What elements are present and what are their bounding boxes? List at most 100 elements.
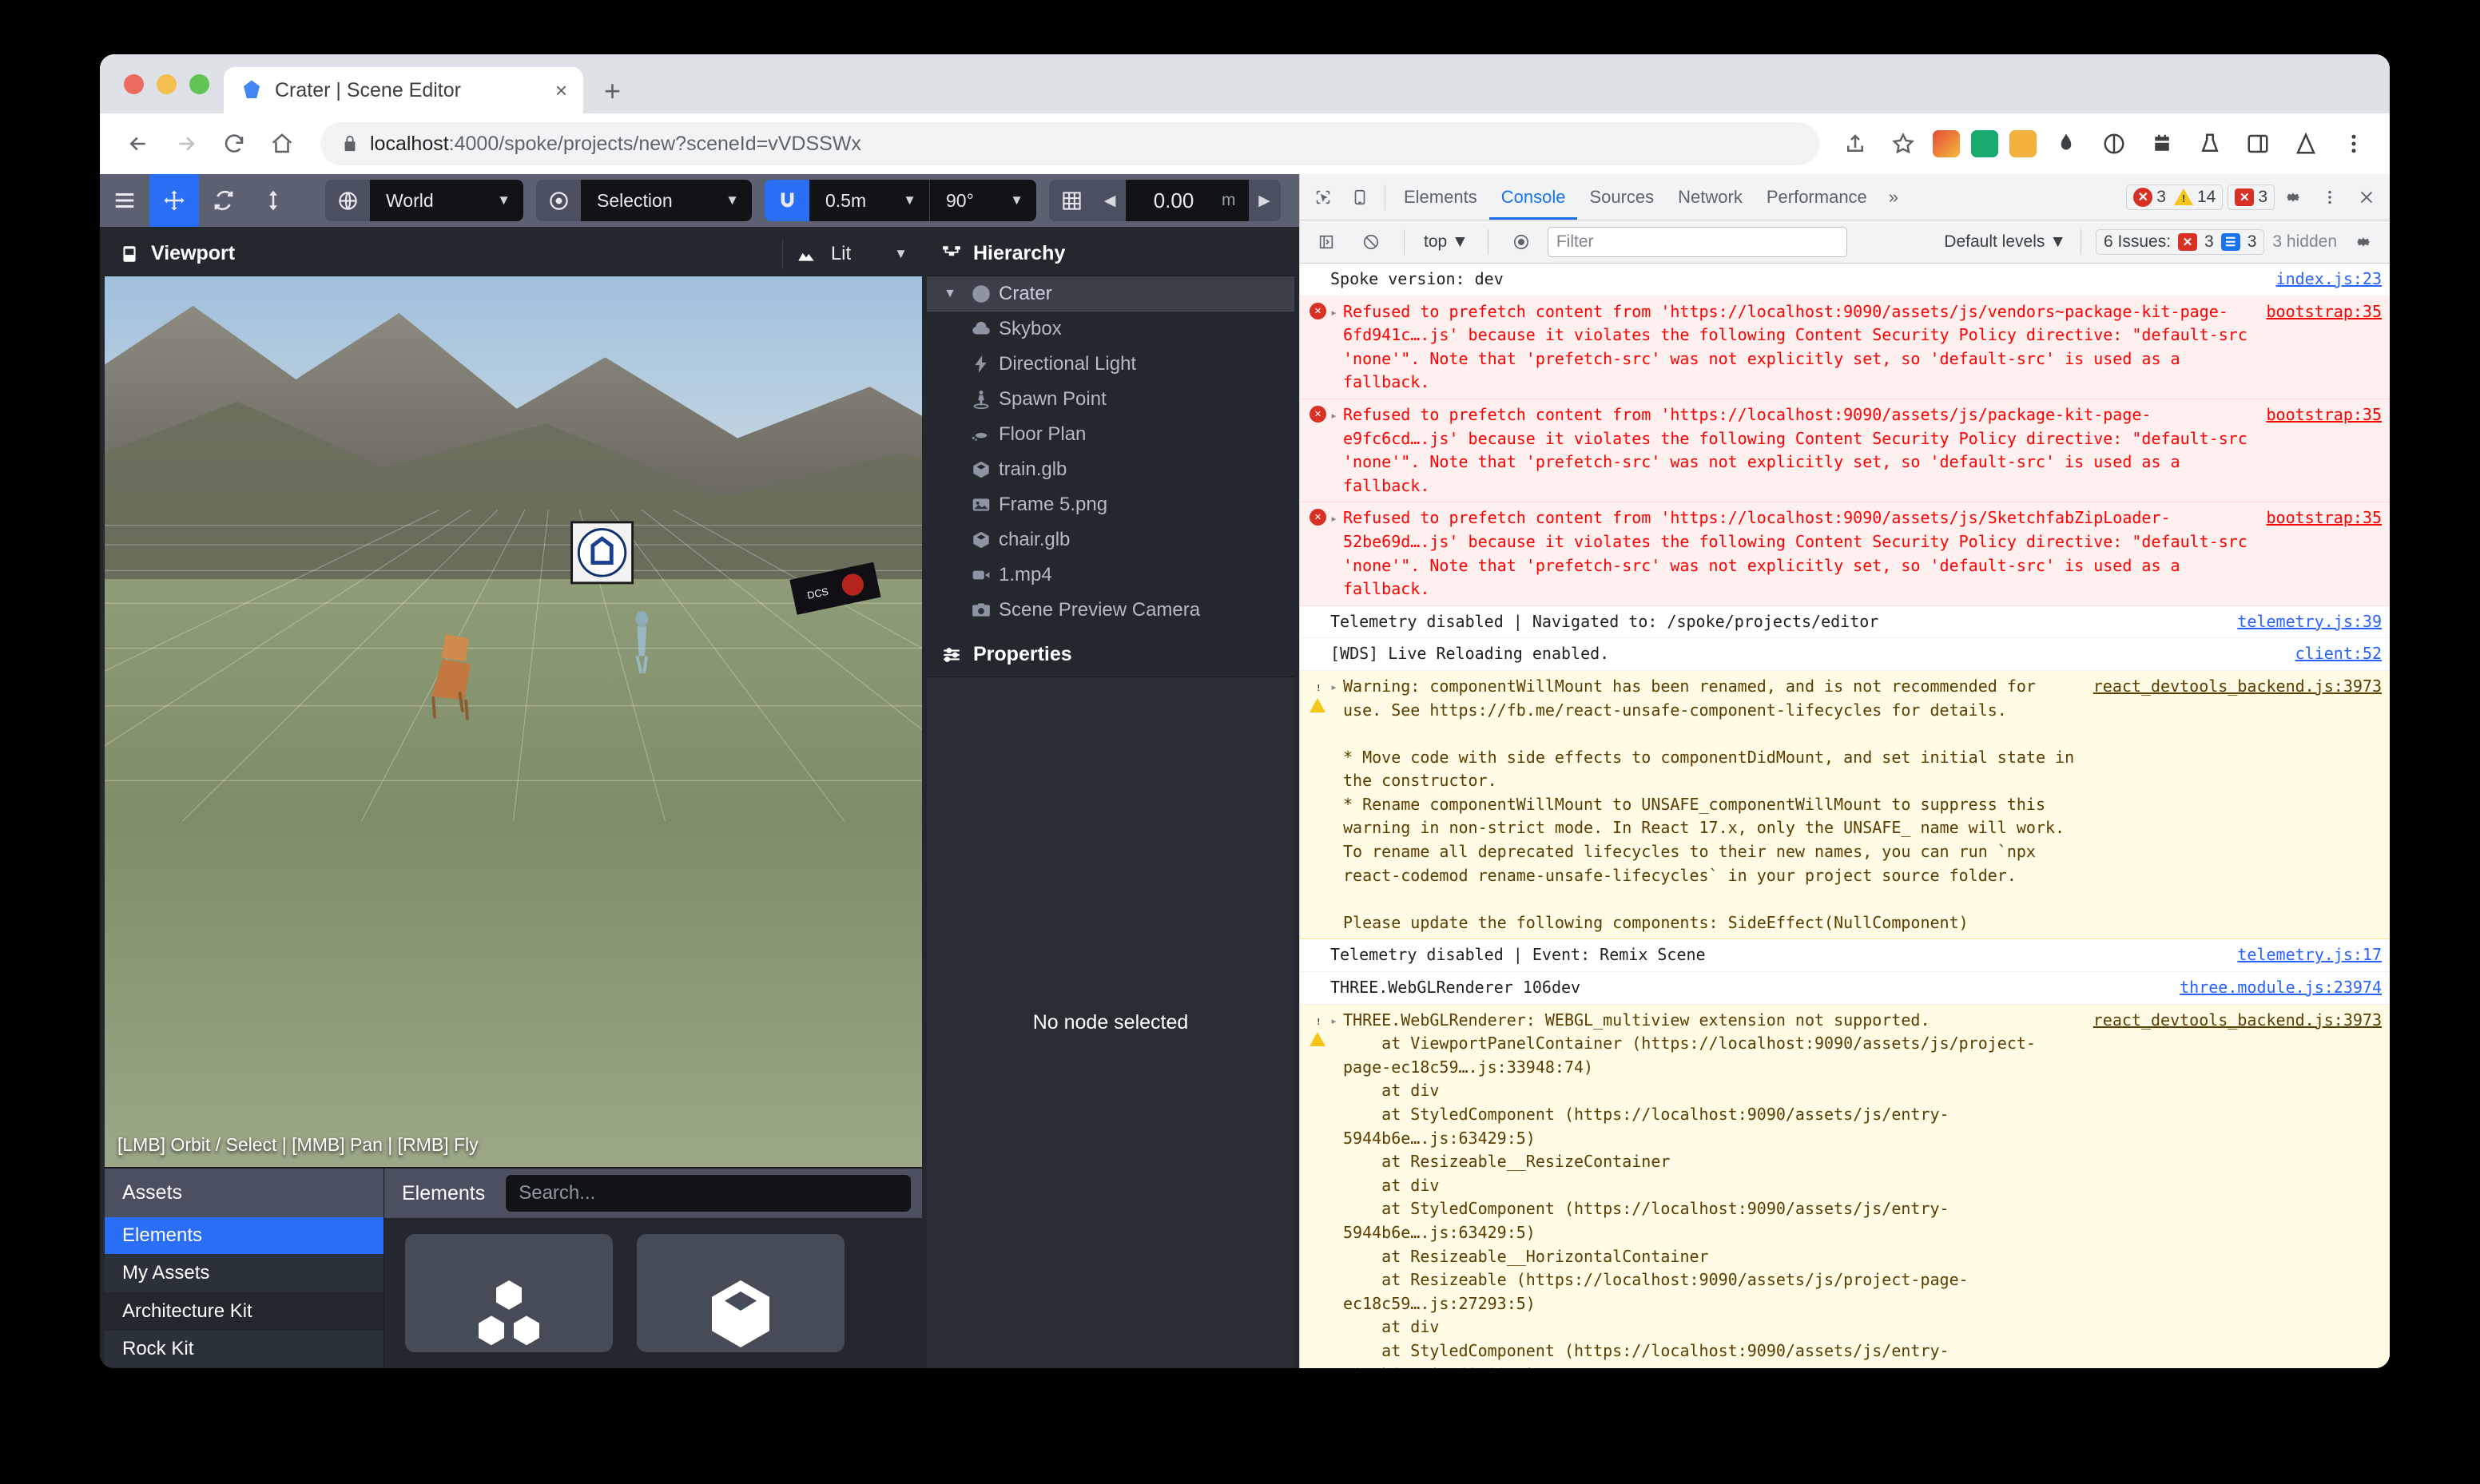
extension-icon-7[interactable]: [2192, 125, 2228, 162]
expand-arrow-icon[interactable]: ▸: [1330, 403, 1343, 424]
rotate-tool-button[interactable]: [199, 174, 248, 227]
asset-category-elements[interactable]: Elements: [105, 1217, 384, 1256]
target-icon[interactable]: [536, 180, 581, 221]
source-link-text[interactable]: client:52: [2295, 644, 2382, 663]
transform-pivot-select[interactable]: Selection ▼: [581, 180, 752, 221]
hamburger-icon[interactable]: [100, 174, 149, 227]
source-link-text[interactable]: bootstrap:35: [2267, 508, 2383, 527]
hierarchy-node-frame-5-png[interactable]: Frame 5.png: [927, 487, 1294, 522]
console-row[interactable]: ✕ ▸ Refused to prefetch content from 'http…: [1300, 296, 2390, 399]
error-count-badge[interactable]: ✕ 3: [2133, 187, 2166, 207]
chevron-down-icon[interactable]: ▼: [936, 287, 964, 301]
sidepanel-icon[interactable]: [2240, 125, 2276, 162]
console-source-link[interactable]: react_devtools_backend.js:3973: [2093, 675, 2382, 699]
snap-translate-select[interactable]: 0.5m ▼: [809, 180, 929, 221]
console-sidebar-icon[interactable]: [1308, 224, 1345, 260]
expand-arrow-icon[interactable]: ▸: [1330, 675, 1343, 696]
tab-console[interactable]: Console: [1489, 175, 1578, 220]
console-row[interactable]: Telemetry disabled | Navigated to: /spok…: [1300, 606, 2390, 639]
hierarchy-node-spawn-point[interactable]: Spawn Point: [927, 382, 1294, 417]
snap-rotate-select[interactable]: 90° ▼: [930, 180, 1036, 221]
settings-gear-icon[interactable]: [2275, 179, 2311, 216]
extension-icon-1[interactable]: [1933, 130, 1960, 157]
console-source-link[interactable]: index.js:23: [2276, 268, 2382, 292]
profile-icon[interactable]: [2287, 125, 2324, 162]
globe-icon[interactable]: [325, 180, 370, 221]
close-icon[interactable]: ×: [555, 80, 567, 101]
back-icon[interactable]: [117, 123, 159, 165]
console-source-link[interactable]: telemetry.js:17: [2237, 943, 2382, 967]
console-message-list[interactable]: Spoke version: dev index.js:23 ✕ ▸ Refused t…: [1300, 264, 2390, 1368]
console-row[interactable]: ▸Warning: componentWillMount has been re…: [1300, 670, 2390, 940]
extension-icon-4[interactable]: [2048, 125, 2085, 162]
asset-card[interactable]: [405, 1234, 613, 1352]
live-expression-icon[interactable]: [1503, 224, 1540, 260]
extension-icon-5[interactable]: [2096, 125, 2132, 162]
source-link-text[interactable]: telemetry.js:17: [2237, 945, 2382, 964]
asset-card[interactable]: [637, 1234, 845, 1352]
console-filter-input[interactable]: [1547, 226, 1847, 257]
home-icon[interactable]: [261, 123, 303, 165]
source-link-text[interactable]: react_devtools_backend.js:3973: [2093, 1010, 2382, 1030]
browser-menu-icon[interactable]: [2335, 125, 2372, 162]
grid-icon[interactable]: [1049, 180, 1094, 221]
console-source-link[interactable]: bootstrap:35: [2267, 300, 2383, 324]
reload-icon[interactable]: [213, 123, 255, 165]
tab-performance[interactable]: Performance: [1755, 175, 1879, 220]
device-toolbar-icon[interactable]: [1341, 179, 1378, 216]
asset-category-rock-kit[interactable]: Rock Kit: [105, 1330, 384, 1368]
expand-arrow-icon[interactable]: ▸: [1330, 506, 1343, 527]
issues-counter[interactable]: ✕ 3: [2228, 184, 2275, 210]
expand-arrow-icon[interactable]: ▸: [1330, 300, 1343, 321]
console-row[interactable]: ✕ ▸ Refused to prefetch content from 'http…: [1300, 399, 2390, 503]
console-row[interactable]: ▸THREE.WebGLRenderer: WEBGL_multiview ex…: [1300, 1004, 2390, 1368]
console-row[interactable]: ✕ ▸ Refused to prefetch content from 'http…: [1300, 502, 2390, 606]
browser-tab[interactable]: Crater | Scene Editor ×: [224, 67, 583, 113]
extension-icon-6[interactable]: [2144, 125, 2180, 162]
bookmark-star-icon[interactable]: [1885, 125, 1922, 162]
hierarchy-node-scene-preview-camera[interactable]: Scene Preview Camera: [927, 593, 1294, 628]
expand-arrow-icon[interactable]: ▸: [1330, 1009, 1343, 1030]
grid-increase-button[interactable]: ▶: [1248, 180, 1281, 221]
translate-tool-button[interactable]: [149, 174, 199, 227]
tab-elements[interactable]: Elements: [1392, 175, 1489, 220]
hierarchy-node-floor-plan[interactable]: Floor Plan: [927, 417, 1294, 452]
close-window-button[interactable]: [124, 73, 144, 94]
asset-category-my-assets[interactable]: My Assets: [105, 1255, 384, 1293]
asset-category-architecture-kit[interactable]: Architecture Kit: [105, 1292, 384, 1331]
minimize-window-button[interactable]: [157, 73, 177, 94]
source-link-text[interactable]: react_devtools_backend.js:3973: [2093, 677, 2382, 696]
console-source-link[interactable]: bootstrap:35: [2267, 506, 2383, 530]
console-row[interactable]: THREE.WebGLRenderer 106dev three.module.j…: [1300, 972, 2390, 1005]
source-link-text[interactable]: telemetry.js:39: [2237, 612, 2382, 631]
source-link-text[interactable]: index.js:23: [2276, 269, 2382, 288]
console-row[interactable]: Telemetry disabled | Event: Remix Scene t…: [1300, 939, 2390, 973]
warning-count-badge[interactable]: 14: [2173, 188, 2216, 207]
console-source-link[interactable]: three.module.js:23974: [2180, 976, 2382, 1000]
magnet-icon[interactable]: [765, 180, 809, 221]
transform-space-select[interactable]: World ▼: [370, 180, 523, 221]
tab-network[interactable]: Network: [1666, 175, 1755, 220]
more-tabs-icon[interactable]: »: [1879, 187, 1908, 208]
forward-icon[interactable]: [165, 123, 207, 165]
hierarchy-node-crater[interactable]: ▼ Crater: [927, 276, 1294, 311]
execution-context-select[interactable]: top ▼: [1419, 232, 1473, 252]
address-bar[interactable]: localhost:4000/spoke/projects/new?sceneI…: [320, 122, 1819, 165]
share-icon[interactable]: [1837, 125, 1874, 162]
console-source-link[interactable]: bootstrap:35: [2267, 403, 2383, 427]
grid-decrease-button[interactable]: ◀: [1094, 180, 1126, 221]
issues-badge[interactable]: ✕ 3: [2235, 188, 2267, 207]
extension-icon-3[interactable]: [2009, 130, 2037, 157]
source-link-text[interactable]: three.module.js:23974: [2180, 978, 2382, 997]
render-mode-select[interactable]: Lit ▼: [796, 243, 908, 265]
maximize-window-button[interactable]: [189, 73, 209, 94]
scale-tool-button[interactable]: [248, 174, 298, 227]
hierarchy-node-1-mp4[interactable]: 1.mp4: [927, 557, 1294, 593]
assets-active-tab[interactable]: Elements: [395, 1182, 491, 1205]
console-row[interactable]: [WDS] Live Reloading enabled. client:52: [1300, 638, 2390, 671]
console-row[interactable]: Spoke version: dev index.js:23: [1300, 264, 2390, 296]
inspect-element-icon[interactable]: [1305, 179, 1341, 216]
tab-sources[interactable]: Sources: [1577, 175, 1666, 220]
new-tab-button[interactable]: +: [604, 77, 621, 105]
close-devtools-icon[interactable]: [2348, 179, 2385, 216]
